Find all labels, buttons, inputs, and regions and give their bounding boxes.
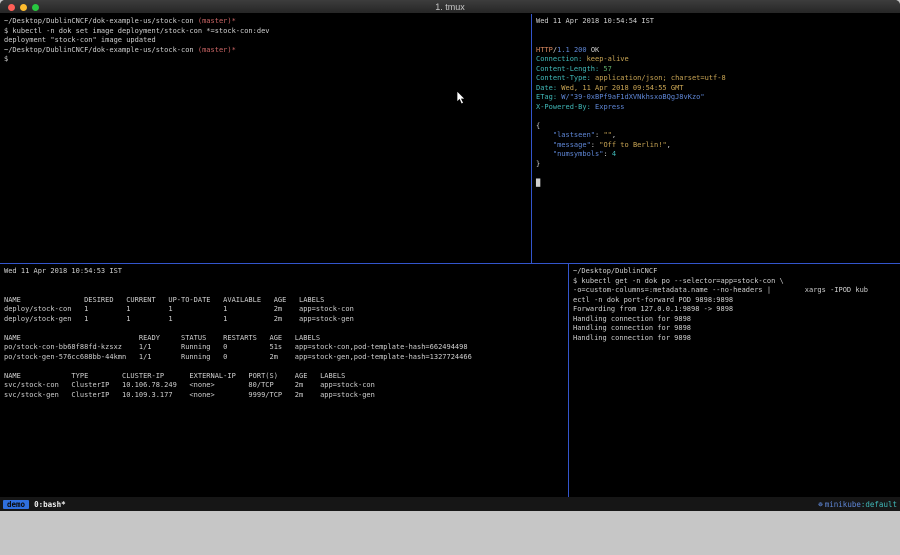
terminal-line: ~/Desktop/DublinCNCF xyxy=(573,267,896,277)
minimize-button[interactable] xyxy=(20,4,27,11)
kube-namespace: :default xyxy=(861,500,897,509)
window-title: 1. tmux xyxy=(0,2,900,12)
terminal-line: { xyxy=(536,122,896,132)
terminal-line: ~/Desktop/DublinCNCF/dok-example-us/stoc… xyxy=(4,17,527,27)
terminal-line: NAME TYPE CLUSTER-IP EXTERNAL-IP PORT(S)… xyxy=(4,372,564,382)
window-titlebar: 1. tmux xyxy=(0,0,900,14)
terminal-line xyxy=(536,27,896,37)
status-right: ☸ minikube :default xyxy=(818,500,897,509)
tmux-status-bar: demo 0:bash* ☸ minikube :default xyxy=(0,497,900,511)
terminal-line: } xyxy=(536,160,896,170)
terminal-line: "lastseen": "", xyxy=(536,131,896,141)
traffic-lights xyxy=(8,4,39,11)
terminal-line: Forwarding from 127.0.0.1:9898 -> 9898 xyxy=(573,305,896,315)
terminal-line: Content-Type: application/json; charset=… xyxy=(536,74,896,84)
maximize-button[interactable] xyxy=(32,4,39,11)
terminal-line xyxy=(536,36,896,46)
desktop-background xyxy=(0,511,900,555)
terminal-line: █ xyxy=(536,179,896,189)
pane-http-response[interactable]: Wed 11 Apr 2018 10:54:54 IST HTTP/1.1 200… xyxy=(532,14,900,263)
terminal-line: NAME READY STATUS RESTARTS AGE LABELS xyxy=(4,334,564,344)
pane-kubectl-set-image[interactable]: ~/Desktop/DublinCNCF/dok-example-us/stoc… xyxy=(0,14,531,263)
terminal-line: ectl -n dok port-forward POD 9898:9898 xyxy=(573,296,896,306)
window-tab-bash[interactable]: 0:bash* xyxy=(34,500,66,509)
terminal-line: -o=custom-columns=:metadata.name --no-he… xyxy=(573,286,896,296)
pane-divider-horizontal[interactable] xyxy=(0,263,900,264)
pane-port-forward[interactable]: ~/Desktop/DublinCNCF$ kubectl get -n dok… xyxy=(569,264,900,497)
terminal-line: NAME DESIRED CURRENT UP-TO-DATE AVAILABL… xyxy=(4,296,564,306)
terminal-line xyxy=(4,324,564,334)
terminal-line: ETag: W/"39-0xBPf9aF1dXVNkhsxoBQgJ8vKzo" xyxy=(536,93,896,103)
terminal-window: 1. tmux ~/Desktop/DublinCNCF/dok-example… xyxy=(0,0,900,511)
kubernetes-icon: ☸ xyxy=(818,500,823,509)
terminal-line: HTTP/1.1 200 OK xyxy=(536,46,896,56)
terminal-line: X-Powered-By: Express xyxy=(536,103,896,113)
status-left: demo 0:bash* xyxy=(3,500,66,509)
tmux-terminal: ~/Desktop/DublinCNCF/dok-example-us/stoc… xyxy=(0,14,900,497)
mouse-cursor xyxy=(456,90,466,109)
terminal-line: Connection: keep-alive xyxy=(536,55,896,65)
terminal-line: $ kubectl -n dok set image deployment/st… xyxy=(4,27,527,37)
terminal-line: Wed 11 Apr 2018 10:54:53 IST xyxy=(4,267,564,277)
terminal-line xyxy=(4,286,564,296)
terminal-line xyxy=(4,362,564,372)
pane-divider-vertical-top[interactable] xyxy=(531,14,532,263)
terminal-line: "numsymbols": 4 xyxy=(536,150,896,160)
terminal-line xyxy=(536,169,896,179)
pane-divider-vertical-bottom[interactable] xyxy=(568,264,569,497)
terminal-line xyxy=(536,112,896,122)
terminal-line: Handling connection for 9898 xyxy=(573,324,896,334)
terminal-line: po/stock-gen-576cc688bb-44kmn 1/1 Runnin… xyxy=(4,353,564,363)
terminal-line: $ xyxy=(4,55,527,65)
terminal-line: Handling connection for 9898 xyxy=(573,334,896,344)
pane-kubectl-get[interactable]: Wed 11 Apr 2018 10:54:53 IST NAME DESIRED… xyxy=(0,264,568,497)
close-button[interactable] xyxy=(8,4,15,11)
terminal-line: deploy/stock-gen 1 1 1 1 2m app=stock-ge… xyxy=(4,315,564,325)
terminal-line: po/stock-con-bb68f88fd-kzsxz 1/1 Running… xyxy=(4,343,564,353)
terminal-line: $ kubectl get -n dok po --selector=app=s… xyxy=(573,277,896,287)
terminal-line: deploy/stock-con 1 1 1 1 2m app=stock-co… xyxy=(4,305,564,315)
terminal-line: deployment "stock-con" image updated xyxy=(4,36,527,46)
terminal-line: svc/stock-con ClusterIP 10.106.78.249 <n… xyxy=(4,381,564,391)
screen: 1. tmux ~/Desktop/DublinCNCF/dok-example… xyxy=(0,0,900,555)
terminal-line: Content-Length: 57 xyxy=(536,65,896,75)
terminal-line: Handling connection for 9898 xyxy=(573,315,896,325)
kube-context: minikube xyxy=(825,500,861,509)
terminal-line xyxy=(4,277,564,287)
terminal-line: "message": "Off to Berlin!", xyxy=(536,141,896,151)
terminal-line: Wed 11 Apr 2018 10:54:54 IST xyxy=(536,17,896,27)
terminal-line: Date: Wed, 11 Apr 2018 09:54:55 GMT xyxy=(536,84,896,94)
terminal-line: ~/Desktop/DublinCNCF/dok-example-us/stoc… xyxy=(4,46,527,56)
terminal-line: svc/stock-gen ClusterIP 10.109.3.177 <no… xyxy=(4,391,564,401)
session-name-badge: demo xyxy=(3,500,29,509)
